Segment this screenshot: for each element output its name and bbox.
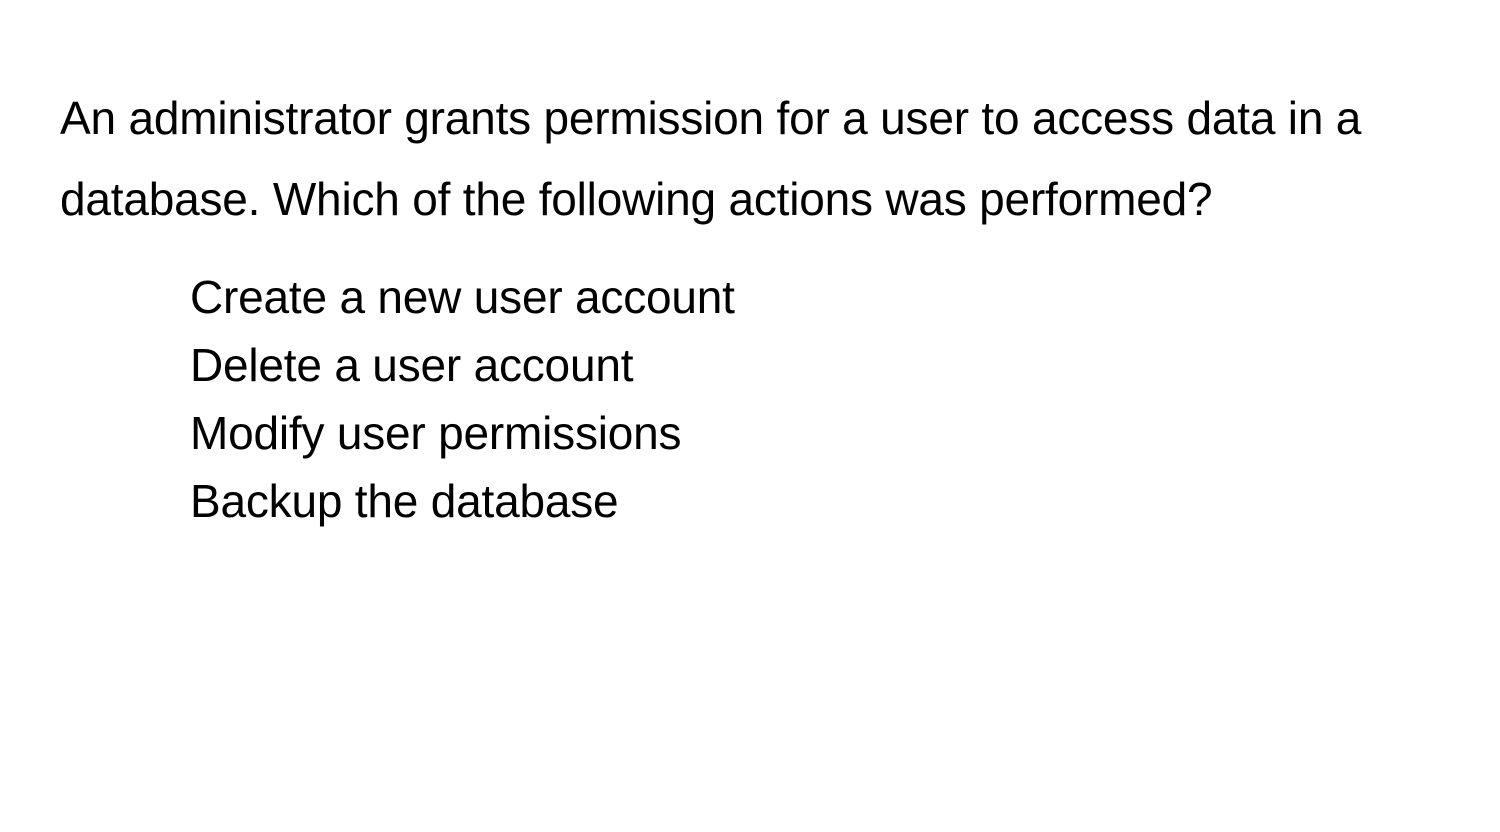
answer-option: Delete a user account	[190, 331, 1440, 399]
answer-option: Create a new user account	[190, 263, 1440, 331]
answer-options-list: Create a new user account Delete a user …	[60, 263, 1440, 535]
answer-option: Modify user permissions	[190, 399, 1440, 467]
question-text: An administrator grants permission for a…	[60, 78, 1440, 239]
answer-option: Backup the database	[190, 467, 1440, 535]
